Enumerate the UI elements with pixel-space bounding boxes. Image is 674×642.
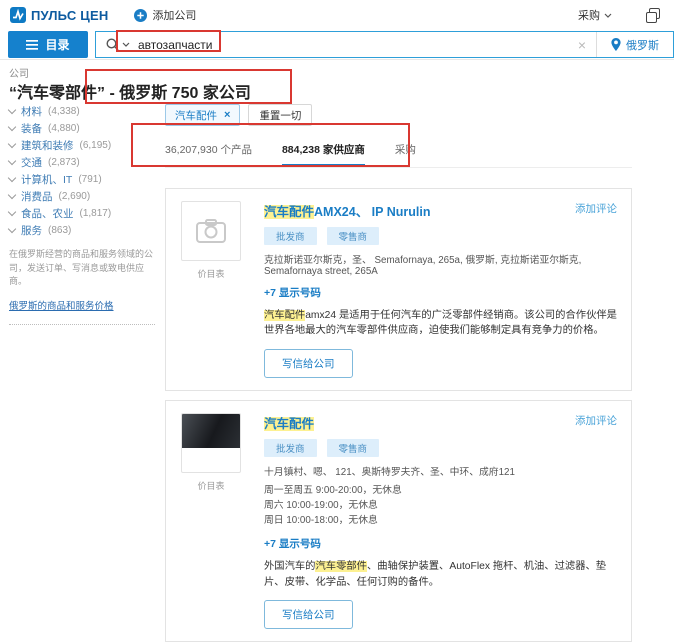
logo[interactable]: ПУЛЬС ЦЕН	[10, 7, 108, 23]
main-content: 汽车配件 × 重置一切 36,207,930 个产品 884,238 家供应商 …	[165, 104, 632, 642]
show-phone-link[interactable]: +7 显示号码	[264, 285, 617, 300]
top-bar: ПУЛЬС ЦЕН 添加公司 采购	[0, 0, 674, 30]
catalog-label: 目录	[45, 38, 70, 52]
chevron-down-icon	[122, 42, 130, 47]
procurement-label: 采购	[578, 10, 600, 22]
remove-filter-icon[interactable]: ×	[224, 109, 230, 121]
search-input[interactable]	[136, 36, 568, 53]
company-address: 克拉斯诺亚尔斯克，圣、 Semafornaya, 265a, 俄罗斯, 克拉斯诺…	[264, 255, 582, 277]
sidebar-item-materials[interactable]: 材料 (4,338)	[7, 105, 159, 118]
show-phone-link[interactable]: +7 显示号码	[264, 536, 617, 551]
procurement-dropdown[interactable]: 采购	[578, 7, 612, 23]
write-to-company-button[interactable]: 写信给公司	[264, 600, 353, 630]
results-tabs: 36,207,930 个产品 884,238 家供应商 采购	[165, 138, 632, 168]
sidebar-divider	[9, 323, 155, 325]
chevron-down-icon	[7, 173, 17, 183]
hamburger-icon	[26, 39, 39, 50]
chevron-down-icon	[604, 13, 612, 18]
location-picker[interactable]: 俄罗斯	[596, 32, 673, 57]
sidebar-note: 在俄罗斯经营的商品和服务领域的公司，发送订单、写消息或致电供应商。	[9, 249, 154, 286]
add-company-button[interactable]: 添加公司	[134, 7, 196, 23]
hours-saturday: 周六 10:00-19:00，无休息	[264, 500, 378, 512]
sidebar-item-construction[interactable]: 建筑和装修 (6,195)	[7, 139, 159, 152]
write-to-company-button[interactable]: 写信给公司	[264, 348, 353, 378]
chevron-down-icon	[7, 139, 17, 149]
map-pin-icon	[611, 38, 621, 51]
working-hours: 周一至周五 9:00-20:00，无休息 周六 10:00-19:00，无休息 …	[264, 483, 617, 529]
sidebar-item-computers-it[interactable]: 计算机、IT (791)	[7, 173, 159, 186]
retailer-badge: 零售商	[326, 227, 380, 245]
price-list-link[interactable]: 价目表	[181, 267, 241, 280]
chevron-down-icon	[7, 105, 17, 115]
chevron-down-icon	[7, 156, 17, 166]
category-sidebar: 材料 (4,338) 装备 (4,880) 建筑和装修 (6,195) 交通 (2,87…	[7, 105, 159, 325]
catalog-button[interactable]: 目录	[8, 31, 88, 58]
company-description: 外国汽车的汽车零部件、曲轴保护装置、AutoFlex 拖杆、机油、过滤器、垫片、…	[264, 561, 607, 588]
reset-all-button[interactable]: 重置一切	[248, 104, 313, 126]
search-type-selector[interactable]	[96, 38, 136, 51]
sidebar-item-food-agriculture[interactable]: 食品、农业 (1,817)	[7, 207, 159, 220]
sidebar-item-consumer-goods[interactable]: 消费品 (2,690)	[7, 190, 159, 203]
page-title-suffix: - 俄罗斯 750 家公司	[105, 85, 251, 102]
location-label: 俄罗斯	[626, 39, 659, 52]
filter-chip-label: 汽车配件	[175, 109, 217, 122]
plus-circle-icon	[134, 8, 148, 22]
wholesaler-badge: 批发商	[264, 227, 317, 245]
retailer-badge: 零售商	[326, 438, 380, 457]
breadcrumb[interactable]: 公司	[9, 65, 29, 80]
company-title[interactable]: 汽车配件AMX24、 IP Nurulin	[264, 201, 617, 220]
header-divider	[0, 59, 674, 60]
search-row: 目录 × 俄罗斯	[0, 31, 674, 58]
tab-products[interactable]: 36,207,930 个产品	[165, 138, 252, 167]
chevron-down-icon	[7, 190, 17, 200]
supplier-card: 价目表 添加评论 汽车配件AMX24、 IP Nurulin 批发商 零售商 克…	[165, 188, 632, 391]
search-box: × 俄罗斯	[95, 31, 674, 58]
sidebar-item-transport[interactable]: 交通 (2,873)	[7, 156, 159, 169]
supplier-card: 价目表 添加评论 汽车配件 批发商 零售商 十月镇村、嗯、 121、奥斯特罗夫齐…	[165, 399, 632, 642]
hours-sunday: 周日 10:00-18:00，无休息	[264, 515, 378, 527]
company-photo-placeholder[interactable]	[181, 201, 241, 261]
clear-search-icon[interactable]: ×	[568, 37, 596, 53]
page-title-query: “汽车零部件”	[9, 85, 106, 102]
tab-suppliers[interactable]: 884,238 家供应商	[281, 138, 365, 167]
filter-chip-auto-parts[interactable]: 汽车配件 ×	[165, 104, 241, 126]
chevron-down-icon	[7, 224, 17, 234]
wholesaler-badge: 批发商	[264, 438, 317, 457]
logo-text: ПУЛЬС ЦЕН	[31, 7, 109, 23]
add-review-link[interactable]: 添加评论	[575, 201, 617, 216]
sidebar-item-equipment[interactable]: 装备 (4,880)	[7, 122, 159, 135]
prices-link[interactable]: 俄罗斯的商品和服务价格	[9, 298, 114, 312]
tab-procurement[interactable]: 采购	[395, 138, 416, 167]
compare-copy-icon[interactable]	[646, 7, 660, 23]
company-description: 汽车配件amx24 是适用于任何汽车的广泛零部件经销商。该公司的合作伙伴是世界各…	[264, 310, 617, 337]
page-title: “汽车零部件” - 俄罗斯 750 家公司	[9, 79, 251, 103]
pulse-logo-icon	[10, 7, 26, 23]
sidebar-item-services[interactable]: 服务 (863)	[7, 224, 159, 237]
camera-icon	[196, 219, 226, 243]
chevron-down-icon	[7, 122, 17, 132]
company-address: 十月镇村、嗯、 121、奥斯特罗夫齐、圣、中环、成府121	[264, 466, 515, 478]
company-title[interactable]: 汽车配件	[264, 413, 617, 432]
hours-weekdays: 周一至周五 9:00-20:00，无休息	[264, 484, 402, 496]
filter-chip-row: 汽车配件 × 重置一切	[165, 104, 632, 126]
search-icon	[106, 38, 119, 51]
price-list-link[interactable]: 价目表	[181, 479, 241, 492]
add-company-label: 添加公司	[152, 10, 197, 22]
chevron-down-icon	[7, 207, 17, 217]
add-review-link[interactable]: 添加评论	[575, 413, 617, 428]
